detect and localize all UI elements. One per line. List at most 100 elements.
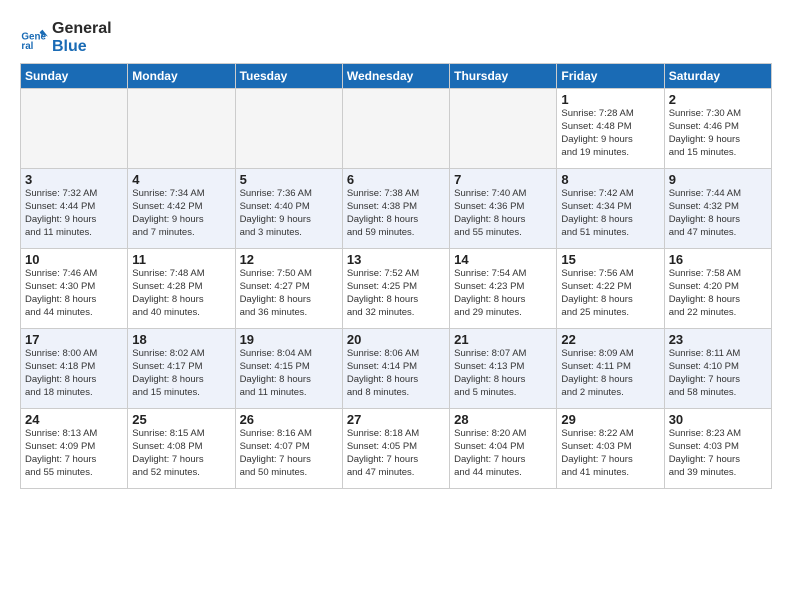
- day-info: Sunrise: 8:02 AM Sunset: 4:17 PM Dayligh…: [132, 348, 230, 399]
- day-info: Sunrise: 7:28 AM Sunset: 4:48 PM Dayligh…: [561, 108, 659, 159]
- day-cell: 29Sunrise: 8:22 AM Sunset: 4:03 PM Dayli…: [557, 409, 664, 489]
- week-row-3: 10Sunrise: 7:46 AM Sunset: 4:30 PM Dayli…: [21, 249, 772, 329]
- day-info: Sunrise: 8:15 AM Sunset: 4:08 PM Dayligh…: [132, 428, 230, 479]
- day-info: Sunrise: 8:00 AM Sunset: 4:18 PM Dayligh…: [25, 348, 123, 399]
- day-info: Sunrise: 7:50 AM Sunset: 4:27 PM Dayligh…: [240, 268, 338, 319]
- day-info: Sunrise: 8:20 AM Sunset: 4:04 PM Dayligh…: [454, 428, 552, 479]
- day-number: 11: [132, 252, 230, 267]
- logo: Gene ral General Blue: [20, 20, 112, 55]
- day-cell: 21Sunrise: 8:07 AM Sunset: 4:13 PM Dayli…: [450, 329, 557, 409]
- day-cell: 15Sunrise: 7:56 AM Sunset: 4:22 PM Dayli…: [557, 249, 664, 329]
- day-cell: 24Sunrise: 8:13 AM Sunset: 4:09 PM Dayli…: [21, 409, 128, 489]
- day-cell: [342, 89, 449, 169]
- day-number: 26: [240, 412, 338, 427]
- day-info: Sunrise: 7:36 AM Sunset: 4:40 PM Dayligh…: [240, 188, 338, 239]
- header: Gene ral General Blue: [20, 16, 772, 55]
- day-cell: 12Sunrise: 7:50 AM Sunset: 4:27 PM Dayli…: [235, 249, 342, 329]
- day-number: 23: [669, 332, 767, 347]
- day-cell: 10Sunrise: 7:46 AM Sunset: 4:30 PM Dayli…: [21, 249, 128, 329]
- day-info: Sunrise: 8:22 AM Sunset: 4:03 PM Dayligh…: [561, 428, 659, 479]
- day-info: Sunrise: 7:40 AM Sunset: 4:36 PM Dayligh…: [454, 188, 552, 239]
- day-number: 6: [347, 172, 445, 187]
- day-info: Sunrise: 7:56 AM Sunset: 4:22 PM Dayligh…: [561, 268, 659, 319]
- day-cell: 22Sunrise: 8:09 AM Sunset: 4:11 PM Dayli…: [557, 329, 664, 409]
- day-number: 2: [669, 92, 767, 107]
- day-cell: 14Sunrise: 7:54 AM Sunset: 4:23 PM Dayli…: [450, 249, 557, 329]
- day-info: Sunrise: 7:32 AM Sunset: 4:44 PM Dayligh…: [25, 188, 123, 239]
- day-cell: 13Sunrise: 7:52 AM Sunset: 4:25 PM Dayli…: [342, 249, 449, 329]
- day-cell: [21, 89, 128, 169]
- day-number: 10: [25, 252, 123, 267]
- day-info: Sunrise: 7:42 AM Sunset: 4:34 PM Dayligh…: [561, 188, 659, 239]
- day-cell: 9Sunrise: 7:44 AM Sunset: 4:32 PM Daylig…: [664, 169, 771, 249]
- day-info: Sunrise: 8:09 AM Sunset: 4:11 PM Dayligh…: [561, 348, 659, 399]
- day-number: 21: [454, 332, 552, 347]
- day-info: Sunrise: 8:07 AM Sunset: 4:13 PM Dayligh…: [454, 348, 552, 399]
- weekday-saturday: Saturday: [664, 64, 771, 89]
- day-cell: 26Sunrise: 8:16 AM Sunset: 4:07 PM Dayli…: [235, 409, 342, 489]
- day-info: Sunrise: 8:04 AM Sunset: 4:15 PM Dayligh…: [240, 348, 338, 399]
- day-cell: 18Sunrise: 8:02 AM Sunset: 4:17 PM Dayli…: [128, 329, 235, 409]
- day-number: 22: [561, 332, 659, 347]
- day-number: 12: [240, 252, 338, 267]
- day-cell: 6Sunrise: 7:38 AM Sunset: 4:38 PM Daylig…: [342, 169, 449, 249]
- day-number: 5: [240, 172, 338, 187]
- day-number: 17: [25, 332, 123, 347]
- day-info: Sunrise: 7:48 AM Sunset: 4:28 PM Dayligh…: [132, 268, 230, 319]
- day-cell: 28Sunrise: 8:20 AM Sunset: 4:04 PM Dayli…: [450, 409, 557, 489]
- day-cell: 17Sunrise: 8:00 AM Sunset: 4:18 PM Dayli…: [21, 329, 128, 409]
- day-number: 7: [454, 172, 552, 187]
- day-number: 20: [347, 332, 445, 347]
- day-number: 8: [561, 172, 659, 187]
- day-number: 19: [240, 332, 338, 347]
- day-cell: 1Sunrise: 7:28 AM Sunset: 4:48 PM Daylig…: [557, 89, 664, 169]
- day-number: 16: [669, 252, 767, 267]
- day-cell: [235, 89, 342, 169]
- week-row-1: 1Sunrise: 7:28 AM Sunset: 4:48 PM Daylig…: [21, 89, 772, 169]
- weekday-friday: Friday: [557, 64, 664, 89]
- day-cell: [128, 89, 235, 169]
- week-row-5: 24Sunrise: 8:13 AM Sunset: 4:09 PM Dayli…: [21, 409, 772, 489]
- day-info: Sunrise: 8:16 AM Sunset: 4:07 PM Dayligh…: [240, 428, 338, 479]
- weekday-thursday: Thursday: [450, 64, 557, 89]
- day-number: 29: [561, 412, 659, 427]
- day-number: 28: [454, 412, 552, 427]
- day-cell: 5Sunrise: 7:36 AM Sunset: 4:40 PM Daylig…: [235, 169, 342, 249]
- day-info: Sunrise: 7:38 AM Sunset: 4:38 PM Dayligh…: [347, 188, 445, 239]
- weekday-monday: Monday: [128, 64, 235, 89]
- day-number: 4: [132, 172, 230, 187]
- day-cell: [450, 89, 557, 169]
- day-cell: 20Sunrise: 8:06 AM Sunset: 4:14 PM Dayli…: [342, 329, 449, 409]
- weekday-wednesday: Wednesday: [342, 64, 449, 89]
- day-cell: 23Sunrise: 8:11 AM Sunset: 4:10 PM Dayli…: [664, 329, 771, 409]
- day-info: Sunrise: 8:06 AM Sunset: 4:14 PM Dayligh…: [347, 348, 445, 399]
- logo-general: General: [52, 20, 112, 37]
- day-cell: 25Sunrise: 8:15 AM Sunset: 4:08 PM Dayli…: [128, 409, 235, 489]
- day-info: Sunrise: 7:52 AM Sunset: 4:25 PM Dayligh…: [347, 268, 445, 319]
- day-number: 9: [669, 172, 767, 187]
- day-info: Sunrise: 8:23 AM Sunset: 4:03 PM Dayligh…: [669, 428, 767, 479]
- day-info: Sunrise: 7:34 AM Sunset: 4:42 PM Dayligh…: [132, 188, 230, 239]
- day-cell: 8Sunrise: 7:42 AM Sunset: 4:34 PM Daylig…: [557, 169, 664, 249]
- day-number: 30: [669, 412, 767, 427]
- day-cell: 19Sunrise: 8:04 AM Sunset: 4:15 PM Dayli…: [235, 329, 342, 409]
- weekday-tuesday: Tuesday: [235, 64, 342, 89]
- day-info: Sunrise: 7:30 AM Sunset: 4:46 PM Dayligh…: [669, 108, 767, 159]
- day-info: Sunrise: 7:44 AM Sunset: 4:32 PM Dayligh…: [669, 188, 767, 239]
- logo-blue: Blue: [52, 38, 112, 56]
- logo-icon: Gene ral: [20, 24, 48, 52]
- weekday-sunday: Sunday: [21, 64, 128, 89]
- week-row-4: 17Sunrise: 8:00 AM Sunset: 4:18 PM Dayli…: [21, 329, 772, 409]
- day-cell: 11Sunrise: 7:48 AM Sunset: 4:28 PM Dayli…: [128, 249, 235, 329]
- calendar: SundayMondayTuesdayWednesdayThursdayFrid…: [20, 63, 772, 489]
- day-number: 27: [347, 412, 445, 427]
- day-number: 24: [25, 412, 123, 427]
- weekday-header-row: SundayMondayTuesdayWednesdayThursdayFrid…: [21, 64, 772, 89]
- day-info: Sunrise: 7:54 AM Sunset: 4:23 PM Dayligh…: [454, 268, 552, 319]
- day-info: Sunrise: 7:58 AM Sunset: 4:20 PM Dayligh…: [669, 268, 767, 319]
- day-number: 25: [132, 412, 230, 427]
- day-number: 15: [561, 252, 659, 267]
- day-cell: 2Sunrise: 7:30 AM Sunset: 4:46 PM Daylig…: [664, 89, 771, 169]
- day-cell: 7Sunrise: 7:40 AM Sunset: 4:36 PM Daylig…: [450, 169, 557, 249]
- day-info: Sunrise: 8:18 AM Sunset: 4:05 PM Dayligh…: [347, 428, 445, 479]
